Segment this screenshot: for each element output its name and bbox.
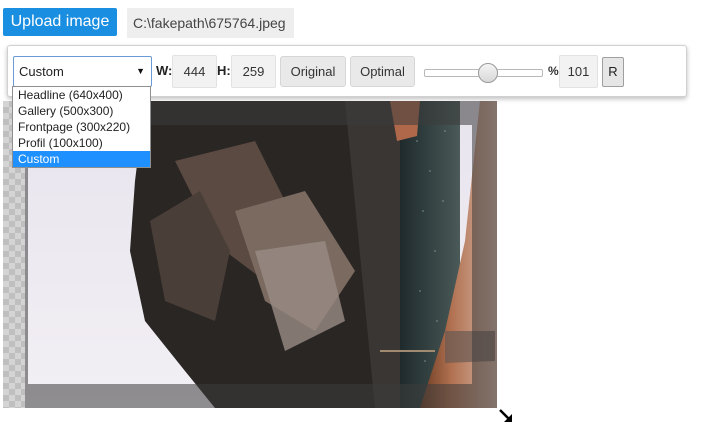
preset-select[interactable]: Custom ▼ [13,56,152,87]
preset-option[interactable]: Headline (640x400) [13,87,150,103]
preset-option[interactable]: Frontpage (300x220) [13,119,150,135]
preset-option[interactable]: Profil (100x100) [13,135,150,151]
height-input[interactable]: 259 [231,55,276,88]
optimal-button[interactable]: Optimal [350,56,415,87]
zoom-slider-thumb[interactable] [478,63,498,83]
zoom-percent-label: % [548,64,559,78]
file-path-display: C:\fakepath\675764.jpeg [127,8,294,38]
upload-image-button[interactable]: Upload image [3,8,117,36]
preset-dropdown-list[interactable]: Headline (640x400) Gallery (500x300) Fro… [12,86,151,168]
reset-button[interactable]: R [602,57,624,87]
zoom-input[interactable]: 101 [559,55,598,88]
width-label: W: [156,63,173,78]
original-button[interactable]: Original [280,56,346,87]
width-input[interactable]: 444 [172,55,217,88]
resize-handle-icon[interactable] [498,408,514,424]
preset-select-value: Custom [19,64,64,79]
preset-option[interactable]: Gallery (500x300) [13,103,150,119]
height-label: H: [217,63,231,78]
chevron-down-icon: ▼ [136,66,145,76]
preset-option-selected[interactable]: Custom [13,151,150,167]
